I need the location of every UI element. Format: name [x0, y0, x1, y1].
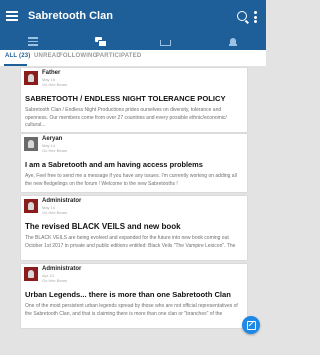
compose-button[interactable] [242, 316, 260, 334]
topic-title[interactable]: The revised BLACK VEILS and new book [25, 222, 243, 231]
topic-title[interactable]: Urban Legends... there is more than one … [25, 290, 243, 299]
topic-excerpt: Aye, Feel free to send me a message if y… [25, 173, 237, 187]
search-icon[interactable] [237, 11, 247, 21]
tab-following[interactable]: FOLLOWING [59, 53, 97, 59]
topic-card[interactable]: Aeryan May 14 Go Hex Beam I am a Sabretoo… [21, 134, 247, 192]
topic-card[interactable]: Administrator May 14 Go Hex Beam The revi… [21, 196, 247, 260]
avatar [24, 267, 38, 281]
topic-author: Aeryan [42, 136, 63, 142]
menu-icon[interactable] [6, 11, 18, 23]
avatar [24, 137, 38, 151]
avatar [24, 199, 38, 213]
topic-excerpt: The BLACK VEILS are being evolved and ex… [25, 235, 236, 249]
inbox-icon[interactable] [160, 37, 171, 47]
app-title: Sabretooth Clan [28, 10, 113, 22]
tab-unread[interactable]: UNREAD [34, 53, 61, 59]
topic-card[interactable]: Father May 16 Go Hex Beam SABRETOOTH / EN… [21, 68, 247, 132]
filter-tabs: ALL (23) UNREAD FOLLOWING PARTICIPATED [0, 50, 266, 66]
bell-icon[interactable] [228, 37, 238, 47]
compose-icon [247, 321, 256, 330]
topic-meta: May 16 Go Hex Beam [42, 77, 67, 87]
topic-subline: Go Hex Beam [42, 210, 68, 215]
topic-author: Father [42, 70, 61, 76]
tab-participated[interactable]: PARTICIPATED [96, 53, 141, 59]
chat-icon[interactable] [95, 37, 107, 47]
topic-meta: Apr 13 Go Hex Beam [42, 273, 67, 283]
list-icon[interactable] [28, 37, 38, 47]
topic-meta: May 14 Go Hex Beam [42, 143, 67, 153]
topic-subline: Go Hex Beam [42, 148, 68, 153]
topic-title[interactable]: SABRETOOTH / ENDLESS NIGHT TOLERANCE POL… [25, 94, 243, 103]
active-tab-indicator [4, 64, 27, 66]
topic-excerpt: One of the most persistent urban legends… [25, 303, 238, 317]
topic-meta: May 14 Go Hex Beam [42, 205, 67, 215]
topic-author: Administrator [42, 198, 82, 204]
topic-subline: Go Hex Beam [42, 82, 68, 87]
topic-subline: Go Hex Beam [42, 278, 68, 283]
topic-author: Administrator [42, 266, 82, 272]
topic-card[interactable]: Administrator Apr 13 Go Hex Beam Urban Le… [21, 264, 247, 328]
app-bar: Sabretooth Clan [0, 0, 266, 35]
topic-title[interactable]: I am a Sabretooth and am having access p… [25, 160, 243, 169]
topic-excerpt: Sabretooth Clan / Endless Night Producti… [25, 107, 227, 128]
section-icon-bar [0, 35, 266, 50]
avatar [24, 71, 38, 85]
tab-all[interactable]: ALL (23) [5, 53, 31, 59]
more-vert-icon[interactable] [254, 11, 257, 25]
